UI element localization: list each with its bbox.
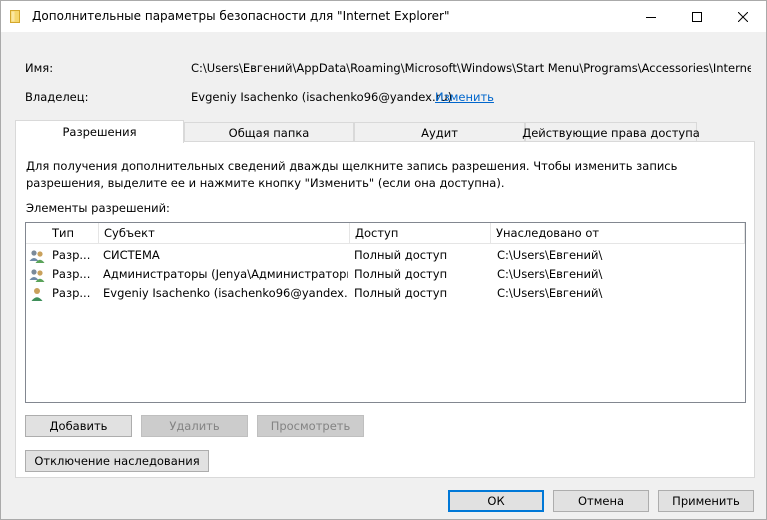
add-button-label: Добавить xyxy=(49,419,108,433)
maximize-icon xyxy=(692,11,702,22)
change-owner-link[interactable]: Изменить xyxy=(435,90,494,104)
tab-label: Действующие права доступа xyxy=(522,125,700,140)
row-type: Разр... xyxy=(52,248,91,262)
dialog-content: Имя: C:\Users\Евгений\AppData\Roaming\Mi… xyxy=(1,32,766,519)
tab-audit[interactable]: Аудит xyxy=(354,122,525,142)
cancel-button[interactable]: Отмена xyxy=(553,490,649,512)
view-button[interactable]: Просмотреть xyxy=(257,415,364,437)
owner-value: Evgeniy Isachenko (isachenko96@yandex.ru… xyxy=(191,90,453,104)
row-access: Полный доступ xyxy=(354,248,448,262)
remove-button[interactable]: Удалить xyxy=(141,415,248,437)
title-bar: Дополнительные параметры безопасности дл… xyxy=(1,1,766,32)
row-subject: СИСТЕМА xyxy=(103,248,160,262)
tab-permissions[interactable]: Разрешения xyxy=(15,120,184,143)
apply-button[interactable]: Применить xyxy=(658,490,754,512)
group-users-icon xyxy=(29,248,45,264)
window-title: Дополнительные параметры безопасности дл… xyxy=(32,9,450,23)
security-dialog-window: Дополнительные параметры безопасности дл… xyxy=(0,0,767,520)
remove-button-label: Удалить xyxy=(169,419,220,433)
table-row[interactable]: Разр... Администраторы (Jenya\Администра… xyxy=(26,265,745,284)
user-icon xyxy=(29,286,45,302)
add-button[interactable]: Добавить xyxy=(25,415,132,437)
table-row[interactable]: Разр... Evgeniy Isachenko (isachenko96@y… xyxy=(26,284,745,303)
column-subject[interactable]: Субъект xyxy=(99,223,350,244)
view-button-label: Просмотреть xyxy=(270,419,351,433)
close-icon xyxy=(738,11,748,22)
group-users-icon xyxy=(29,267,45,283)
table-row[interactable]: Разр... СИСТЕМА Полный доступ C:\Users\Е… xyxy=(26,246,745,265)
column-type[interactable]: Тип xyxy=(26,223,99,244)
row-inherited: C:\Users\Евгений\ xyxy=(497,286,603,300)
cancel-button-label: Отмена xyxy=(577,494,625,508)
description-text: Для получения дополнительных сведений дв… xyxy=(26,159,678,190)
name-value: C:\Users\Евгений\AppData\Roaming\Microso… xyxy=(191,61,751,75)
row-type: Разр... xyxy=(52,267,91,281)
disable-inheritance-label: Отключение наследования xyxy=(34,454,200,468)
list-header: Тип Субъект Доступ Унаследовано от xyxy=(26,223,745,244)
ok-button-label: ОК xyxy=(487,494,505,508)
minimize-button[interactable] xyxy=(628,1,674,32)
close-button[interactable] xyxy=(720,1,766,32)
maximize-button[interactable] xyxy=(674,1,720,32)
permission-entries-label: Элементы разрешений: xyxy=(26,201,170,215)
tab-label: Аудит xyxy=(421,125,458,140)
apply-button-label: Применить xyxy=(672,494,740,508)
row-subject: Evgeniy Isachenko (isachenko96@yandex.ru… xyxy=(103,286,348,300)
name-label: Имя: xyxy=(25,61,54,75)
tab-strip: Разрешения Общая папка Аудит Действующие… xyxy=(15,120,755,143)
tab-effective-access[interactable]: Действующие права доступа xyxy=(522,122,700,142)
owner-label: Владелец: xyxy=(25,90,89,104)
permission-entries-list[interactable]: Тип Субъект Доступ Унаследовано от Разр.… xyxy=(25,222,746,403)
column-inherited[interactable]: Унаследовано от xyxy=(491,223,745,244)
minimize-icon xyxy=(646,16,656,18)
disable-inheritance-button[interactable]: Отключение наследования xyxy=(25,450,209,472)
row-subject: Администраторы (Jenya\Администраторы) xyxy=(103,267,348,281)
tab-label: Общая папка xyxy=(228,125,310,140)
tab-label: Разрешения xyxy=(62,125,137,139)
row-type: Разр... xyxy=(52,286,91,300)
ok-button[interactable]: ОК xyxy=(448,490,544,512)
tab-share[interactable]: Общая папка xyxy=(184,122,354,142)
row-access: Полный доступ xyxy=(354,267,448,281)
row-inherited: C:\Users\Евгений\ xyxy=(497,248,603,262)
column-access[interactable]: Доступ xyxy=(350,223,491,244)
row-inherited: C:\Users\Евгений\ xyxy=(497,267,603,281)
row-access: Полный доступ xyxy=(354,286,448,300)
folder-icon xyxy=(10,10,20,23)
permissions-panel: Для получения дополнительных сведений дв… xyxy=(15,141,755,478)
